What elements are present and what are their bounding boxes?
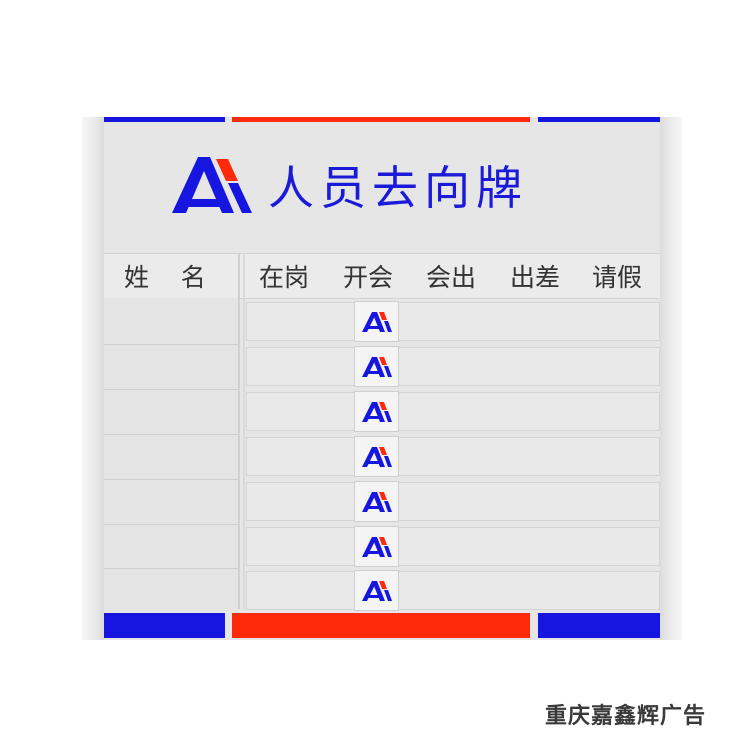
status-slot-row[interactable]	[246, 392, 660, 431]
column-divider	[238, 253, 240, 609]
board-title: 人员去向牌	[268, 161, 528, 215]
status-slot-row[interactable]	[246, 437, 660, 476]
ai-logo-icon	[361, 446, 392, 467]
name-row-divider	[104, 568, 238, 569]
status-slot-row[interactable]	[246, 571, 660, 610]
board-right-edge	[660, 117, 682, 640]
name-row-divider	[104, 389, 238, 390]
status-marker-tile[interactable]	[354, 436, 399, 477]
name-row-divider	[104, 479, 238, 480]
ai-logo-icon	[361, 356, 392, 377]
status-slot-row[interactable]	[246, 347, 660, 386]
ai-logo-icon	[361, 401, 392, 422]
bottom-stripe-red	[232, 613, 530, 638]
top-stripe-blue-right	[538, 117, 660, 122]
bottom-stripe-blue-left	[104, 613, 225, 638]
status-header-meeting: 开会	[343, 263, 394, 292]
status-slot-row[interactable]	[246, 482, 660, 521]
column-divider	[243, 253, 245, 609]
status-header-out: 会出	[426, 263, 477, 292]
name-row-divider	[104, 524, 238, 525]
status-header-on-duty: 在岗	[259, 263, 310, 292]
ai-logo-icon	[172, 157, 252, 213]
bottom-stripe-blue-right	[538, 613, 660, 638]
status-marker-tile[interactable]	[354, 346, 399, 387]
name-row-divider	[104, 344, 238, 345]
top-stripe-red	[232, 117, 530, 122]
ai-logo-icon	[361, 580, 392, 601]
status-marker-tile[interactable]	[354, 301, 399, 342]
status-slot-row[interactable]	[246, 527, 660, 566]
status-header-business-trip: 出差	[510, 263, 561, 292]
status-marker-tile[interactable]	[354, 391, 399, 432]
board-title-row: 人员去向牌	[172, 150, 528, 220]
status-slot-row[interactable]	[246, 302, 660, 341]
board-left-edge	[82, 117, 104, 640]
name-row-divider	[104, 434, 238, 435]
ai-logo-icon	[361, 491, 392, 512]
status-marker-tile[interactable]	[354, 481, 399, 522]
status-marker-tile[interactable]	[354, 570, 399, 611]
status-header-leave: 请假	[592, 263, 643, 292]
ai-logo-icon	[361, 311, 392, 332]
name-column-header: 姓 名	[124, 263, 206, 292]
ai-logo-icon	[361, 536, 392, 557]
status-marker-tile[interactable]	[354, 526, 399, 567]
watermark: 重庆嘉鑫辉广告	[545, 704, 707, 729]
top-stripe-blue-left	[104, 117, 225, 122]
